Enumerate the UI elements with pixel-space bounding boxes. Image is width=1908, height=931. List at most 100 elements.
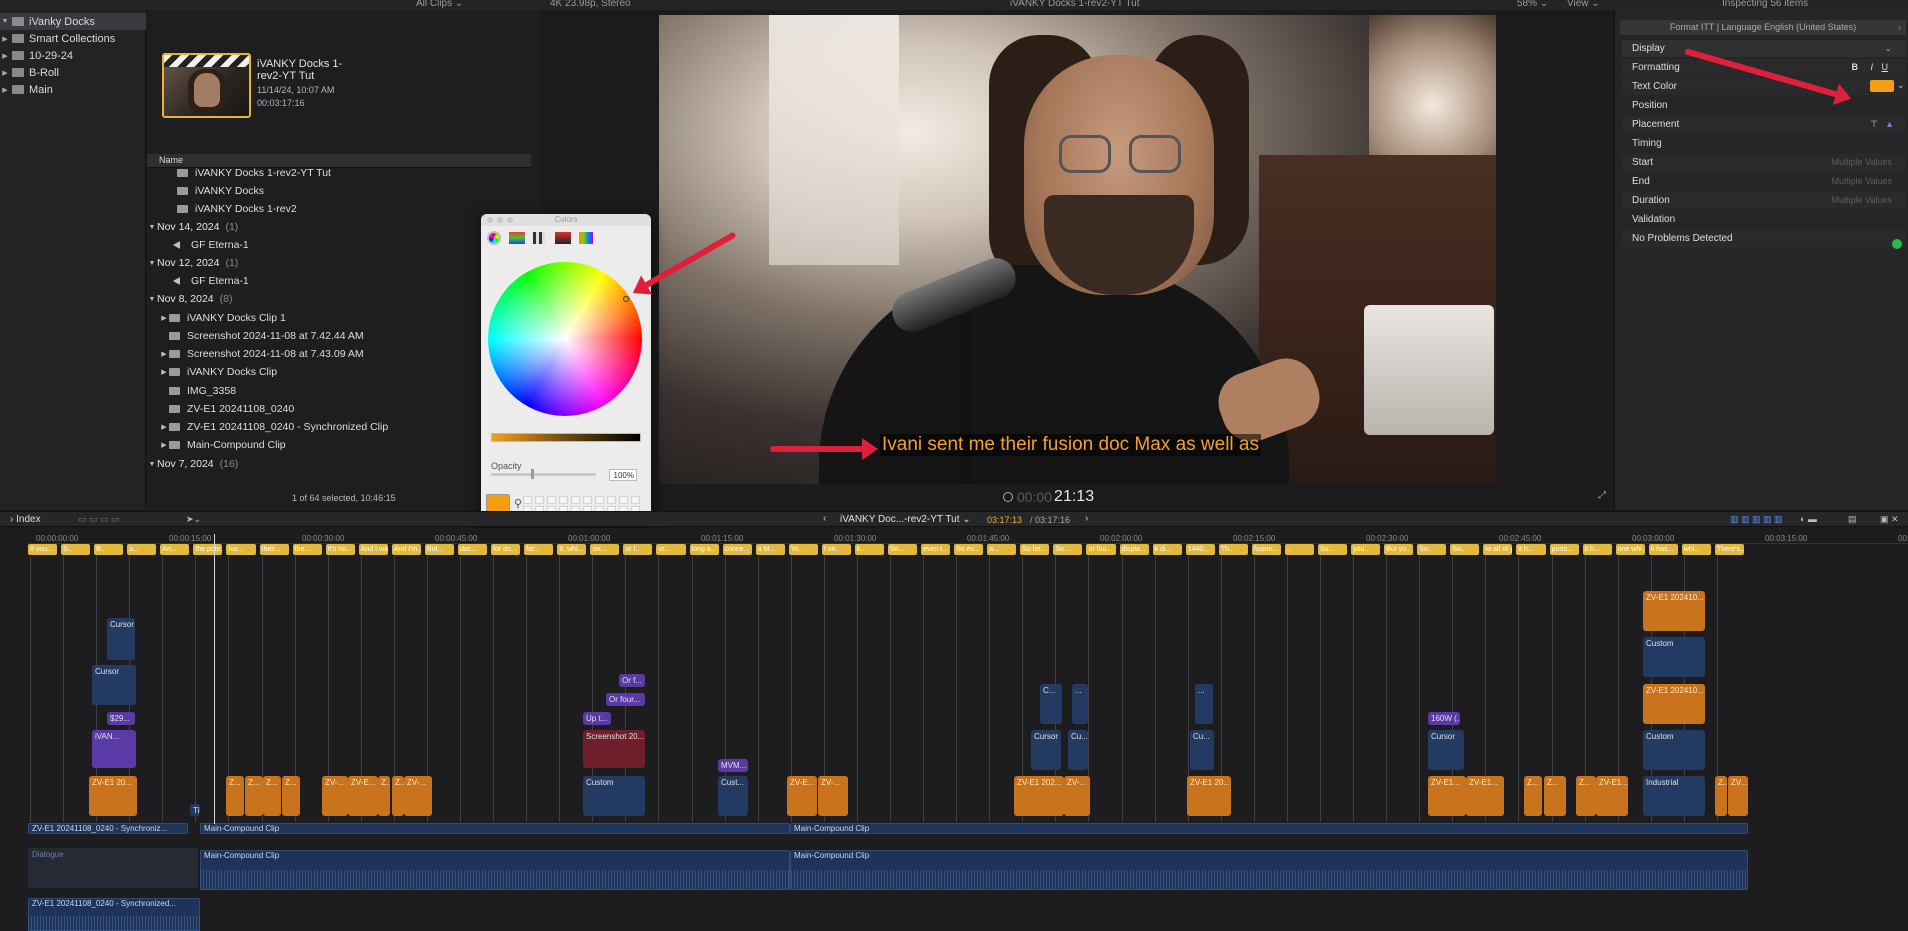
library-event-10-29-24[interactable]: ▶ 10-29-24 <box>0 47 146 64</box>
timeline-clip[interactable]: ... <box>1072 684 1088 724</box>
placement-bottom-icon[interactable]: ▲ <box>1885 119 1894 129</box>
playhead[interactable] <box>214 534 215 824</box>
timeline-clip[interactable]: MVM... <box>718 759 748 772</box>
caption-clip[interactable]: for do... <box>491 544 521 555</box>
browser-row[interactable]: ▶ Main-Compound Clip <box>147 436 531 454</box>
disclosure-closed-icon[interactable]: ▶ <box>159 314 169 322</box>
caption-clip[interactable]: k di... <box>1152 544 1182 555</box>
timeline-clip[interactable]: Z... <box>245 776 263 816</box>
timeline-options-icon[interactable]: ▥ ▥ ▥ ▥ ▥ <box>1730 514 1783 525</box>
chevron-down-icon[interactable]: ⌄ <box>1884 43 1892 54</box>
timeline-clip[interactable]: Cu... <box>1068 730 1088 770</box>
timeline-clip[interactable]: 160W (... <box>1428 712 1460 725</box>
timeline-clip[interactable]: Z... <box>263 776 281 816</box>
disclosure-closed-icon[interactable]: ▶ <box>0 86 10 94</box>
caption-clip[interactable]: So... <box>888 544 918 555</box>
forward-chevron-icon[interactable]: › <box>1898 22 1901 32</box>
inspector-display-section[interactable]: Display ⌄ <box>1622 40 1906 57</box>
timeline-clip[interactable]: ZV-E1 202... <box>1014 776 1064 816</box>
project-thumbnail[interactable] <box>162 53 251 118</box>
timeline-clip[interactable]: Cursor <box>1428 730 1464 770</box>
forward-chevron-icon[interactable]: › <box>1085 513 1088 524</box>
caption-clip[interactable]: So ev... <box>954 544 984 555</box>
caption-clip[interactable]: So... <box>1318 544 1348 555</box>
video-frame[interactable] <box>659 15 1496 484</box>
caption-clip[interactable]: or fou... <box>1086 544 1116 555</box>
color-swatch-slot[interactable] <box>583 496 592 504</box>
timeline-clip[interactable]: Z... <box>1576 776 1596 816</box>
date-group-row[interactable]: ▼ Nov 8, 2024 (8) <box>147 290 531 308</box>
browser-row[interactable]: iVANKY Docks <box>147 182 531 200</box>
library-ivanky-docks[interactable]: ▼ iVanky Docks <box>0 13 146 30</box>
timeline-clip[interactable]: Ti <box>190 804 200 816</box>
timeline-clip[interactable]: Industrial <box>1643 776 1705 816</box>
caption-clip[interactable]: or f... <box>623 544 653 555</box>
caption-clip[interactable]: the... <box>292 544 322 555</box>
browser-row[interactable]: IMG_3358 <box>147 382 531 400</box>
library-event-main[interactable]: ▶ Main <box>0 81 146 98</box>
browser-row[interactable]: ▶ ZV-E1 20241108_0240 - Synchronized Clip <box>147 418 531 436</box>
caption-clip[interactable]: ports... <box>1549 544 1579 555</box>
duration-value[interactable]: Multiple Values <box>1832 195 1892 205</box>
caption-clip[interactable]: An... <box>160 544 190 555</box>
color-swatch-slot[interactable] <box>631 496 640 504</box>
timeline-clip[interactable]: Cust... <box>718 776 748 816</box>
browser-row[interactable]: GF Eterna-1 <box>147 236 531 254</box>
timeline-clip[interactable]: ZV-... <box>322 776 348 816</box>
caption-clip[interactable]: long a... <box>689 544 719 555</box>
bold-button[interactable]: B <box>1852 62 1859 72</box>
browser-row[interactable]: ▶ Screenshot 2024-11-08 at 7.43.09 AM <box>147 345 531 363</box>
library-smart-collections[interactable]: ▶ Smart Collections <box>0 30 146 47</box>
caption-clip[interactable]: fusion... <box>1251 544 1281 555</box>
caption-clip[interactable]: S... <box>61 544 91 555</box>
browser-row[interactable]: iVANKY Docks 1-rev2 <box>147 200 531 218</box>
caption-clip[interactable]: If you... <box>28 544 58 555</box>
color-swatch-slot[interactable] <box>559 496 568 504</box>
text-color-well[interactable] <box>1870 80 1894 92</box>
caption-clip[interactable]: And I'm... <box>391 544 421 555</box>
browser-row[interactable]: ZV-E1 20241108_0240 <box>147 400 531 418</box>
disclosure-closed-icon[interactable]: ▶ <box>159 368 169 376</box>
primary-compound-clip[interactable]: Main-Compound Clip <box>790 823 1748 834</box>
caption-clip[interactable]: It, whi... <box>557 544 587 555</box>
palettes-tab-icon[interactable] <box>533 232 545 244</box>
opacity-slider-knob[interactable] <box>531 469 534 479</box>
caption-clip[interactable]: one whi... <box>1615 544 1645 555</box>
opacity-field[interactable]: 100% <box>609 469 637 481</box>
brightness-slider[interactable] <box>491 433 641 442</box>
disclosure-open-icon[interactable]: ▼ <box>0 18 10 25</box>
library-event-b-roll[interactable]: ▶ B-Roll <box>0 64 146 81</box>
caption-clip[interactable]: to all of yo... <box>1483 544 1513 555</box>
italic-button[interactable]: I <box>1870 62 1873 72</box>
edit-tools-icon[interactable]: ▭ ▭ ▭ ▭ <box>78 514 120 525</box>
caption-clip[interactable]: whi... <box>1681 544 1711 555</box>
timeline-clip[interactable]: Cursor <box>92 665 136 705</box>
timeline-clip[interactable]: ZV-... <box>1064 776 1090 816</box>
disclosure-open-icon[interactable]: ▼ <box>147 260 157 267</box>
color-swatch-slot[interactable] <box>547 496 556 504</box>
timeline-clip[interactable]: Z... <box>282 776 300 816</box>
caption-clip[interactable]: So... <box>1450 544 1480 555</box>
disclosure-closed-icon[interactable]: ▶ <box>0 35 10 43</box>
caption-clip[interactable]: There's... <box>1714 544 1744 555</box>
color-wheel[interactable] <box>488 262 642 416</box>
colors-titlebar[interactable]: Colors <box>481 214 651 226</box>
caption-clip[interactable]: B... <box>94 544 124 555</box>
color-swatch-slot[interactable] <box>571 496 580 504</box>
caption-clip[interactable]: 1440... <box>1185 544 1215 555</box>
color-wheel-tab-icon[interactable] <box>487 231 501 245</box>
timeline-clip[interactable]: Z... <box>1544 776 1566 816</box>
timeline-clip[interactable]: Cu... <box>1190 730 1214 770</box>
fullscreen-icon[interactable]: ⤢ <box>1598 490 1606 501</box>
timeline-clip[interactable]: Z... <box>226 776 244 816</box>
timeline-clip[interactable]: ZV-E... <box>348 776 378 816</box>
disclosure-closed-icon[interactable]: ▶ <box>0 69 10 77</box>
browser-row[interactable]: ▶ iVANKY Docks Clip <box>147 363 531 381</box>
timeline-clip[interactable]: ZV-E1 202410... <box>1643 684 1705 724</box>
caption-clip[interactable]: a M... <box>755 544 785 555</box>
caption-clip[interactable]: conne... <box>722 544 752 555</box>
color-wheel-cursor[interactable] <box>623 296 629 302</box>
pencils-tab-icon[interactable] <box>579 232 593 244</box>
caption-clip[interactable]: or... <box>656 544 686 555</box>
timeline-clip[interactable]: ZV-... <box>404 776 432 816</box>
